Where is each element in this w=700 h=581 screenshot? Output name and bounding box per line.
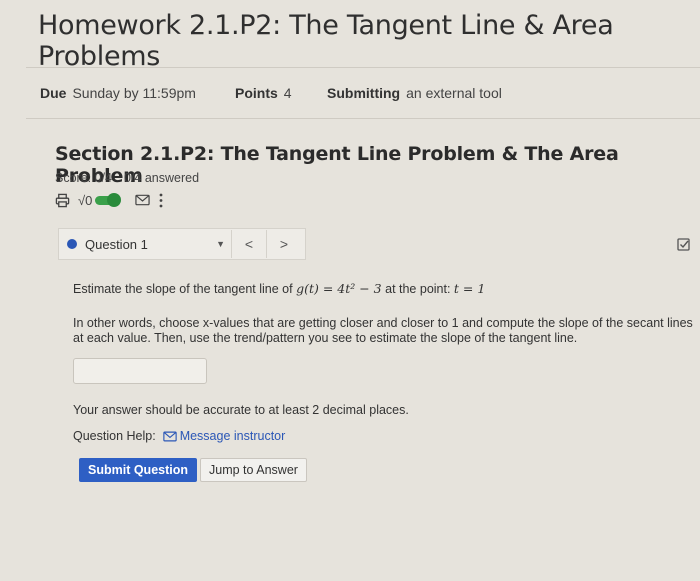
point-value: t = 1	[453, 281, 486, 296]
answer-input[interactable]	[73, 358, 207, 384]
points-info: Points 4	[235, 85, 292, 101]
submitting-value: an external tool	[406, 85, 502, 101]
checkbox-edit-icon[interactable]	[677, 237, 693, 252]
submitting-label: Submitting	[327, 85, 401, 101]
more-vertical-icon[interactable]	[158, 193, 164, 208]
answered-count: 0/4 answered	[123, 171, 200, 185]
prompt-middle: at the point:	[381, 282, 454, 296]
points-label: Points	[235, 85, 278, 101]
question-toolbar: √0	[55, 190, 164, 210]
accuracy-note: Your answer should be accurate to at lea…	[73, 403, 409, 417]
sqrt-label: √0	[78, 192, 93, 208]
sqrt-toggle-icon[interactable]: √0	[78, 192, 122, 208]
page-title: Homework 2.1.P2: The Tangent Line & Area…	[38, 10, 614, 72]
help-label: Question Help:	[73, 429, 156, 443]
question-prompt: Estimate the slope of the tangent line o…	[73, 281, 485, 296]
chevron-down-icon: ▼	[216, 239, 225, 249]
question-select-label: Question 1	[85, 236, 148, 252]
prev-question-button[interactable]: <	[232, 230, 266, 258]
title-divider	[26, 67, 700, 68]
printer-icon[interactable]	[55, 193, 70, 208]
next-question-button[interactable]: >	[266, 230, 301, 258]
due-value: Sunday by 11:59pm	[72, 85, 196, 101]
function-name: g(t)	[296, 281, 319, 296]
message-instructor-link[interactable]: Message instructor	[180, 429, 286, 443]
mail-icon[interactable]	[135, 194, 151, 206]
submitting-info: Submitting an external tool	[327, 85, 502, 101]
points-value: 4	[283, 85, 292, 101]
submit-question-button[interactable]: Submit Question	[79, 458, 197, 482]
question-select[interactable]: Question 1 ▼	[59, 230, 232, 258]
due-label: Due	[40, 85, 67, 101]
score-line: Score: 0/4 0/4 answered	[55, 171, 211, 185]
prompt-prefix: Estimate the slope of the tangent line o…	[73, 282, 293, 296]
question-instructions: In other words, choose x-values that are…	[73, 316, 693, 345]
function-definition: = 4t² − 3	[318, 281, 382, 296]
meta-divider	[26, 118, 700, 119]
question-help: Question Help: Message instructor	[73, 429, 285, 443]
question-status-dot	[67, 239, 77, 249]
jump-to-answer-button[interactable]: Jump to Answer	[200, 458, 307, 482]
score-value: Score: 0/4	[55, 171, 112, 185]
toggle-switch[interactable]	[95, 192, 122, 207]
message-icon	[162, 431, 177, 442]
due-info: Due Sunday by 11:59pm	[40, 85, 196, 101]
question-navigator: Question 1 ▼ < >	[58, 228, 306, 260]
